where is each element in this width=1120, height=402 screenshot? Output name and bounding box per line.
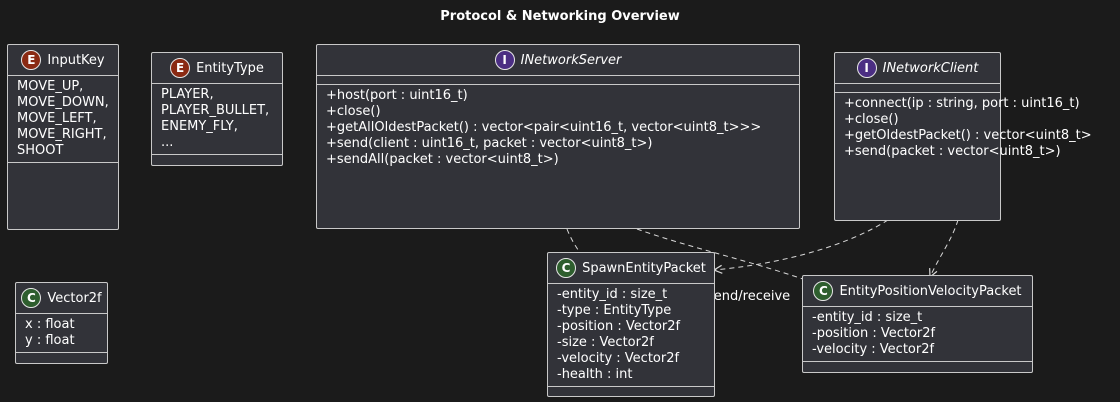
field: -position : Vector2f (812, 326, 936, 341)
interface-badge-icon: I (494, 50, 515, 70)
method: +send(client : uint16_t, packet : vector… (326, 136, 653, 151)
field: -entity_id : size_t (812, 310, 923, 325)
enum-value: PLAYER_BULLET, (161, 103, 270, 118)
enum-value: PLAYER, (161, 87, 214, 102)
entitypositionvelocitypacket-header: C EntityPositionVelocityPacket (803, 276, 1032, 307)
enum-value: ... (161, 135, 174, 150)
field: x : float (25, 317, 75, 332)
inetworkclient-interface-box: I INetworkClient +connect(ip : string, p… (834, 52, 1092, 221)
enum-value: MOVE_RIGHT, (17, 127, 107, 142)
spawnentitypacket-name: SpawnEntityPacket (582, 260, 706, 276)
entitytype-values: PLAYER, PLAYER_BULLET, ENEMY_FLY, ... (152, 84, 282, 155)
enum-value: MOVE_UP, (17, 79, 84, 94)
inetworkclient-fields (835, 84, 1000, 93)
field: -velocity : Vector2f (812, 342, 935, 357)
inetworkserver-header: I INetworkServer (317, 45, 799, 76)
spawnentitypacket-methods (548, 387, 714, 393)
method: +close() (844, 112, 899, 127)
inetworkserver-name: INetworkServer (520, 52, 622, 68)
edge-client-position (930, 219, 959, 277)
field: -type : EntityType (557, 303, 672, 318)
inputkey-empty-section (8, 163, 118, 169)
enum-value: ENEMY_FLY, (161, 119, 238, 134)
class-badge-icon: C (556, 258, 577, 278)
enum-value: SHOOT (17, 143, 64, 158)
field: -position : Vector2f (557, 319, 681, 334)
class-badge-icon: C (21, 288, 42, 308)
entitytype-empty-section (152, 155, 282, 161)
inputkey-enum-box: E InputKey MOVE_UP, MOVE_DOWN, MOVE_LEFT… (7, 44, 119, 230)
vector2f-methods (16, 353, 107, 359)
inputkey-header: E InputKey (8, 45, 118, 76)
enum-badge-icon: E (21, 50, 42, 70)
spawnentitypacket-fields: -entity_id : size_t -type : EntityType -… (548, 284, 714, 387)
enum-value: MOVE_LEFT, (17, 111, 97, 126)
spawnentitypacket-class-box: C SpawnEntityPacket -entity_id : size_t … (547, 252, 715, 397)
method: +send(packet : vector<uint8_t>) (844, 144, 1061, 159)
entitytype-name: EntityType (196, 60, 264, 76)
method: +getOldestPacket() : vector<uint8_t> (844, 128, 1092, 143)
method: +sendAll(packet : vector<uint8_t>) (326, 152, 559, 167)
entitypositionvelocitypacket-fields: -entity_id : size_t -position : Vector2f… (803, 307, 1032, 362)
inetworkclient-name: INetworkClient (882, 60, 979, 76)
vector2f-header: C Vector2f (16, 283, 107, 314)
inetworkserver-interface-box: I INetworkServer +host(port : uint16_t) … (316, 44, 800, 229)
interface-badge-icon: I (856, 58, 877, 78)
entitytype-header: E EntityType (152, 53, 282, 84)
vector2f-name: Vector2f (47, 290, 102, 306)
enum-value: MOVE_DOWN, (17, 95, 109, 110)
entitytype-enum-box: E EntityType PLAYER, PLAYER_BULLET, ENEM… (151, 52, 283, 166)
method: +host(port : uint16_t) (326, 88, 468, 103)
inetworkserver-fields (317, 76, 799, 85)
inetworkclient-header: I INetworkClient (835, 53, 1000, 84)
class-badge-icon: C (813, 281, 834, 301)
spawnentitypacket-header: C SpawnEntityPacket (548, 253, 714, 284)
inputkey-name: InputKey (47, 52, 105, 68)
method: +getAllOldestPacket() : vector<pair<uint… (326, 120, 762, 135)
field: -health : int (557, 367, 633, 382)
field: y : float (25, 333, 75, 348)
field: -velocity : Vector2f (557, 351, 680, 366)
entitypositionvelocitypacket-class-box: C EntityPositionVelocityPacket -entity_i… (802, 275, 1033, 373)
edge-label-server-position: send/receive (707, 289, 791, 304)
entitypositionvelocitypacket-methods (803, 362, 1032, 368)
entitypositionvelocitypacket-name: EntityPositionVelocityPacket (839, 283, 1022, 299)
inputkey-values: MOVE_UP, MOVE_DOWN, MOVE_LEFT, MOVE_RIGH… (8, 76, 118, 163)
field: -size : Vector2f (557, 335, 654, 350)
vector2f-fields: x : float y : float (16, 314, 107, 353)
enum-badge-icon: E (170, 58, 191, 78)
inetworkclient-methods: +connect(ip : string, port : uint16_t) +… (835, 93, 1092, 163)
inetworkserver-methods: +host(port : uint16_t) +close() +getAllO… (317, 85, 799, 171)
field: -entity_id : size_t (557, 287, 668, 302)
method: +close() (326, 104, 381, 119)
vector2f-class-box: C Vector2f x : float y : float (15, 282, 108, 364)
method: +connect(ip : string, port : uint16_t) (844, 96, 1080, 111)
